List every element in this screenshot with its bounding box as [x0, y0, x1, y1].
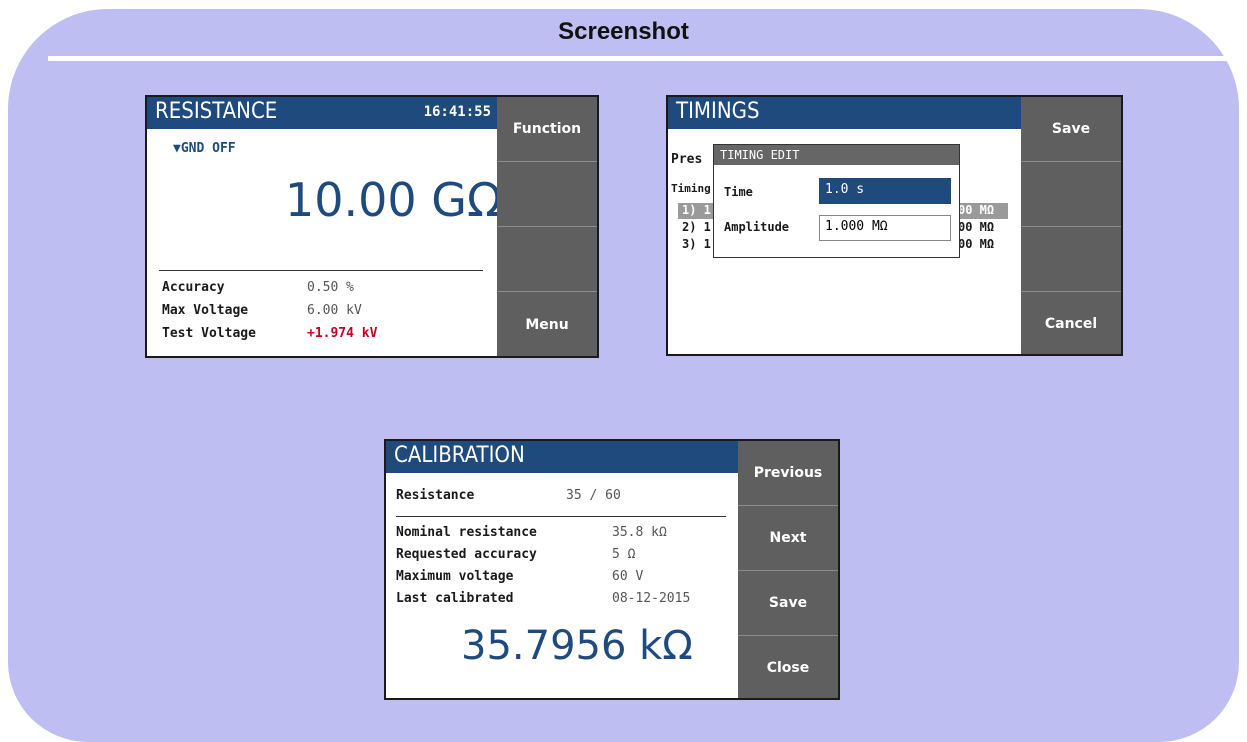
accuracy-label: Accuracy [162, 280, 225, 295]
close-button[interactable]: Close [738, 636, 838, 698]
softkey-2[interactable] [497, 162, 597, 227]
save-button[interactable]: Save [738, 571, 838, 636]
save-button[interactable]: Save [1021, 97, 1121, 162]
resistance-progress: 35 / 60 [566, 488, 621, 503]
calibration-title: CALIBRATION [394, 443, 525, 468]
test-voltage-value: +1.974 kV [307, 326, 378, 341]
max-voltage-label: Max Voltage [162, 303, 249, 318]
softkey-3[interactable] [497, 227, 597, 292]
maximum-voltage-value: 60 V [612, 569, 644, 584]
preset-label: Pres [671, 152, 703, 167]
timing-row-3-amp: 00 MΩ [958, 237, 995, 251]
nominal-resistance-value: 35.8 kΩ [612, 525, 667, 540]
resistance-label: Resistance [396, 488, 475, 503]
resistance-title: RESISTANCE [155, 99, 278, 124]
resistance-reading: 10.00 GΩ [285, 173, 503, 227]
last-calibrated-value: 08-12-2015 [612, 591, 691, 606]
calibration-header: CALIBRATION [386, 441, 738, 473]
softkey-column: Save Cancel [1021, 97, 1121, 354]
calibration-reading[interactable]: 35.7956 kΩ [461, 623, 693, 669]
time-label: Time [724, 185, 753, 199]
timings-title: TIMINGS [676, 99, 760, 124]
caption-divider [48, 56, 1239, 61]
timing-label: Timing [671, 182, 711, 195]
timing-row-1-amp: 00 MΩ [958, 203, 995, 217]
amplitude-label: Amplitude [724, 220, 790, 234]
amplitude-input[interactable]: 1.000 MΩ [819, 215, 951, 241]
resistance-header: RESISTANCE 16:41:55 [147, 97, 499, 129]
test-voltage-label: Test Voltage [162, 326, 256, 341]
function-button[interactable]: Function [497, 97, 597, 162]
menu-button[interactable]: Menu [497, 292, 597, 356]
timings-header: TIMINGS [668, 97, 1023, 129]
divider [159, 270, 483, 271]
clock-time: 16:41:55 [423, 104, 491, 120]
divider [396, 516, 726, 517]
maximum-voltage-label: Maximum voltage [396, 569, 514, 584]
softkey-3[interactable] [1021, 227, 1121, 292]
max-voltage-value: 6.00 kV [307, 303, 362, 318]
timings-screen: TIMINGS Pres Timing 1) 1 2) 1 3) 1 00 MΩ… [666, 95, 1123, 356]
previous-button[interactable]: Previous [738, 441, 838, 506]
caption-title: Screenshot [558, 18, 689, 45]
requested-accuracy-value: 5 Ω [612, 547, 636, 562]
softkey-column: Previous Next Save Close [738, 441, 838, 698]
nominal-resistance-label: Nominal resistance [396, 525, 537, 540]
last-calibrated-label: Last calibrated [396, 591, 514, 606]
timing-row-2[interactable]: 2) 1 [682, 220, 711, 234]
timing-edit-dialog: TIMING EDIT Time 1.0 s Amplitude 1.000 M… [713, 144, 960, 258]
softkey-column: Function Menu [497, 97, 597, 356]
timing-row-1[interactable]: 1) 1 [682, 203, 711, 217]
accuracy-value: 0.50 % [307, 280, 354, 295]
requested-accuracy-label: Requested accuracy [396, 547, 537, 562]
next-button[interactable]: Next [738, 506, 838, 571]
calibration-screen: CALIBRATION Resistance 35 / 60 Nominal r… [384, 439, 840, 700]
timing-row-3[interactable]: 3) 1 [682, 237, 711, 251]
gnd-toggle[interactable]: ▼GND OFF [173, 141, 236, 156]
time-input[interactable]: 1.0 s [819, 178, 951, 204]
softkey-2[interactable] [1021, 162, 1121, 227]
resistance-screen: RESISTANCE 16:41:55 ▼GND OFF 10.00 GΩ Ac… [145, 95, 599, 358]
cancel-button[interactable]: Cancel [1021, 292, 1121, 354]
dialog-title: TIMING EDIT [714, 145, 959, 165]
timing-row-2-amp: 00 MΩ [958, 220, 995, 234]
